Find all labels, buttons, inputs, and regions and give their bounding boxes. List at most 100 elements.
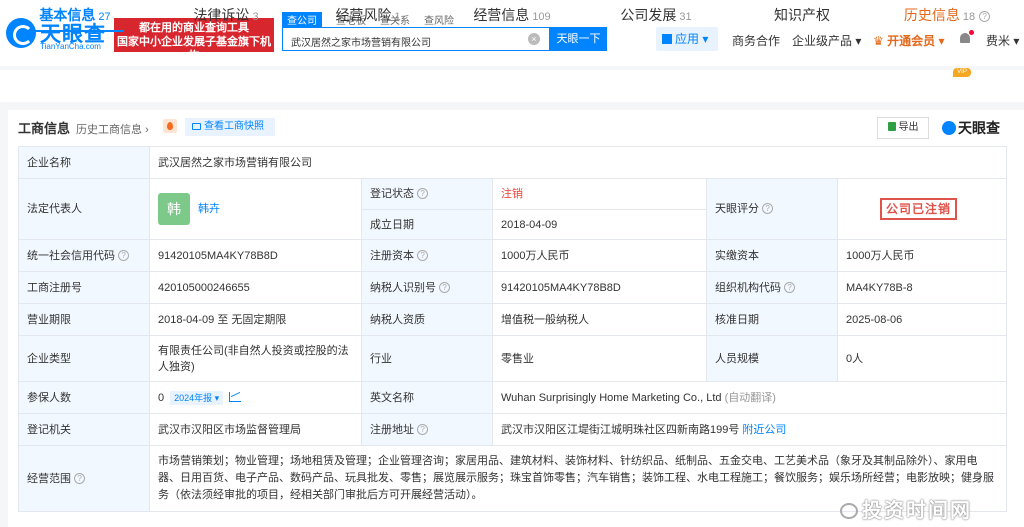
annual-report-year-dropdown[interactable]: 2024年报 ▾ (170, 390, 224, 405)
legal-rep-link[interactable]: 韩卉 (198, 203, 220, 215)
reg-status-value: 注销 (492, 178, 707, 210)
history-business-info-link[interactable]: 历史工商信息 › (76, 124, 149, 136)
industry-label: 行业 (361, 335, 493, 382)
nav-business-cooperation[interactable]: 商务合作 (732, 32, 780, 49)
scope-label-text: 经营范围 (27, 472, 71, 485)
authority-value: 武汉市汉阳区市场监督管理局 (149, 413, 362, 446)
address-value: 武汉市汉阳区江堤街江城明珠社区四新南路199号 附近公司 (491, 413, 1008, 446)
grid-icon (662, 34, 672, 44)
company-name-value: 武汉居然之家市场营销有限公司 (148, 146, 1008, 179)
user-name: 费米 (986, 34, 1011, 48)
org-code-label: 组织机构代码 ? (706, 271, 838, 304)
vip-badge: VIP (953, 68, 971, 77)
history-link-label: 历史工商信息 (76, 124, 143, 136)
export-label: 导出 (898, 122, 919, 133)
nav-enterprise-label: 企业级产品 (792, 34, 853, 48)
tab-label: 历史信息 (903, 7, 960, 23)
open-vip-button[interactable]: ♛ 开通会员 ▾ (873, 32, 944, 49)
org-code-label-text: 组织机构代码 (715, 281, 781, 294)
legal-rep-cell: 韩韩卉 (149, 178, 362, 240)
avatar: 韩 (158, 193, 190, 225)
excel-icon (887, 122, 896, 131)
term-label: 营业期限 (18, 303, 150, 336)
tab-history[interactable]: 历史信息 18 ? (894, 0, 1000, 32)
crown-icon: ♛ (873, 34, 884, 48)
term-value: 2018-04-09 至 无固定期限 (149, 303, 362, 336)
help-icon[interactable]: ? (417, 423, 429, 435)
reg-capital-label-text: 注册资本 (370, 249, 414, 262)
search-tab-risk[interactable]: 查风险 (424, 12, 454, 27)
business-info-table: 企业名称 武汉居然之家市场营销有限公司 法定代表人 韩韩卉 登记状态 ? 注销 … (18, 146, 1008, 512)
tab-count: 27 (98, 11, 111, 23)
score-label-text: 天眼评分 (715, 203, 759, 215)
help-icon[interactable]: ? (118, 249, 130, 261)
notification-bell-icon[interactable] (960, 30, 974, 43)
reg-no-label: 工商注册号 (18, 271, 150, 304)
export-button[interactable]: 导出 (877, 117, 929, 139)
founded-value: 2018-04-09 (492, 209, 707, 240)
credit-code-label: 统一社会信用代码 ? (18, 239, 150, 272)
tab-intellectual-property[interactable]: 知识产权 (752, 0, 852, 32)
founded-label: 成立日期 (361, 209, 493, 240)
tab-count: 109 (532, 11, 551, 23)
tab-company-development[interactable]: 公司发展 31 (606, 0, 706, 32)
en-name-text: Wuhan Surprisingly Home Marketing Co., L… (501, 391, 722, 404)
search-tab-company[interactable]: 查公司 (282, 12, 322, 27)
company-name-label: 企业名称 (18, 146, 150, 179)
tab-operating-info[interactable]: 经营信息 109 (462, 0, 562, 32)
help-icon[interactable]: ? (417, 188, 429, 199)
panel-header: 工商信息 历史工商信息 › (18, 118, 149, 137)
taxpayer-type-value: 增值税一般纳税人 (492, 303, 707, 336)
table-row: 营业期限 2018-04-09 至 无固定期限 纳税人资质 增值税一般纳税人 核… (18, 303, 1008, 336)
user-menu[interactable]: 费米 ▾ (986, 32, 1019, 49)
authority-label: 登记机关 (18, 413, 150, 446)
camera-icon (192, 123, 201, 130)
brand-mark: 天眼查 (942, 118, 1000, 138)
tab-litigation[interactable]: 法律诉讼 3 (176, 0, 276, 32)
tab-label: 知识产权 (774, 7, 830, 23)
score-label: 天眼评分 ? (706, 178, 838, 240)
help-icon[interactable]: ? (74, 472, 86, 484)
tab-operating-risk[interactable]: 经营风险 1 (318, 0, 418, 32)
view-snapshot-button[interactable]: 查看工商快照 (185, 118, 275, 136)
weibo-icon (840, 503, 858, 519)
tab-count: 18 (962, 11, 976, 23)
reg-capital-label: 注册资本 ? (361, 239, 493, 272)
help-icon[interactable]: ? (417, 249, 429, 261)
table-row: 企业类型 有限责任公司(非自然人投资或控股的法人独资) 行业 零售业 人员规模 … (18, 335, 1008, 382)
insured-value: 0 2024年报 ▾ (149, 381, 362, 414)
score-value: 公司已注销 (836, 178, 1008, 240)
section-tabs (0, 70, 1024, 102)
help-icon: ? (979, 11, 991, 22)
nearby-companies-link[interactable]: 附近公司 (742, 424, 786, 436)
banner-line-2: 国家中小企业发展子基金旗下机构 (117, 36, 271, 62)
tab-count: 3 (252, 11, 259, 23)
staff-size-label: 人员规模 (706, 335, 838, 382)
legal-rep-label: 法定代表人 (18, 178, 150, 240)
nav-enterprise-products[interactable]: 企业级产品 ▾ (792, 32, 861, 49)
tab-label: 经营信息 (473, 7, 530, 23)
credit-code-label-text: 统一社会信用代码 (27, 249, 115, 262)
table-row: 企业名称 武汉居然之家市场营销有限公司 (18, 146, 1008, 179)
brand-name: 天眼查 (958, 120, 1000, 136)
address-label: 注册地址 ? (361, 413, 493, 446)
table-row: 登记机关 武汉市汉阳区市场监督管理局 注册地址 ? 武汉市汉阳区江堤街江城明珠社… (18, 413, 1008, 446)
tab-basic-info[interactable]: 基本信息 27 (26, 0, 124, 32)
table-row: 法定代表人 韩韩卉 登记状态 ? 注销 天眼评分 ? 公司已注销 (18, 178, 1008, 240)
table-row: 工商注册号 420105000246655 纳税人识别号 ? 91420105M… (18, 271, 1008, 304)
help-icon[interactable]: ? (784, 281, 796, 293)
help-icon[interactable]: ? (439, 281, 451, 293)
staff-size-value: 0人 (836, 335, 1008, 382)
annual-report-year-label: 2024年报 (174, 392, 213, 403)
taxpayer-id-label-text: 纳税人识别号 (370, 281, 436, 294)
scope-label: 经营范围 ? (18, 445, 150, 512)
hot-icon (163, 119, 177, 133)
taxpayer-id-value: 91420105MA4KY78B8D (492, 271, 707, 304)
help-icon[interactable]: ? (762, 203, 774, 214)
en-name-label: 英文名称 (361, 381, 493, 414)
panel-title: 工商信息 (18, 121, 71, 136)
address-label-text: 注册地址 (370, 423, 414, 436)
trend-chart-icon[interactable] (229, 391, 242, 402)
clear-search-icon[interactable]: × (528, 33, 540, 45)
open-vip-label: 开通会员 (887, 34, 936, 48)
